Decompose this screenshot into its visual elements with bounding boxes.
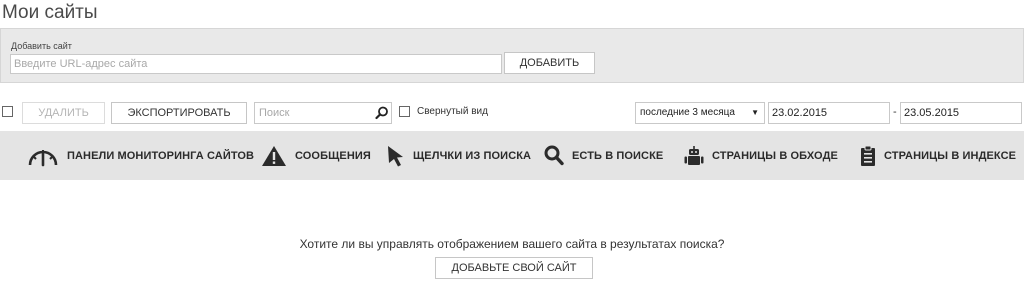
select-all-checkbox[interactable] (2, 106, 13, 117)
nav-item-label: ЩЕЛЧКИ ИЗ ПОИСКА (413, 149, 532, 162)
nav-item-dashboard[interactable]: ПАНЕЛИ МОНИТОРИНГА САЙТОВ (27, 131, 254, 180)
cursor-icon (388, 145, 403, 166)
nav-item-label: ПАНЕЛИ МОНИТОРИНГА САЙТОВ (67, 149, 255, 162)
period-select-value: последние 3 месяца (640, 107, 735, 118)
dropdown-arrow-icon: ▼ (751, 108, 759, 117)
empty-state-prompt: Хотите ли вы управлять отображением ваше… (299, 237, 725, 251)
add-site-button[interactable]: ДОБАВИТЬ (504, 52, 595, 74)
gauge-icon (28, 149, 58, 166)
delete-button[interactable]: УДАЛИТЬ (22, 102, 105, 124)
warning-icon (262, 145, 286, 166)
collapsed-view-label: Свернутый вид (417, 106, 488, 117)
robot-icon (684, 145, 704, 165)
nav-item-messages[interactable]: СООБЩЕНИЯ (261, 131, 371, 180)
nav-item-indexed-pages[interactable]: СТРАНИЦЫ В ИНДЕКСЕ (860, 131, 1016, 180)
clipboard-icon (861, 145, 875, 166)
nav-item-label: СООБЩЕНИЯ (295, 149, 371, 162)
nav-item-search-clicks[interactable]: ЩЕЛЧКИ ИЗ ПОИСКА (387, 131, 531, 180)
search-input[interactable] (259, 105, 371, 121)
collapsed-view-checkbox[interactable] (399, 106, 410, 117)
nav-item-in-search[interactable]: ЕСТЬ В ПОИСКЕ (544, 131, 663, 180)
nav-item-label: СТРАНИЦЫ В ОБХОДЕ (712, 149, 838, 162)
page-title: Мои сайты (2, 2, 98, 23)
date-to-input[interactable] (900, 102, 1022, 124)
nav-item-label: СТРАНИЦЫ В ИНДЕКСЕ (884, 149, 1017, 162)
search-box (254, 102, 392, 124)
period-select[interactable]: последние 3 месяца ▼ (635, 102, 765, 124)
add-your-site-button[interactable]: ДОБАВЬТЕ СВОЙ САЙТ (435, 257, 593, 279)
site-url-input[interactable] (10, 54, 502, 74)
add-site-panel: Добавить сайт ДОБАВИТЬ (0, 28, 1024, 83)
search-icon[interactable] (375, 106, 389, 120)
nav-item-label: ЕСТЬ В ПОИСКЕ (572, 149, 664, 162)
date-from-input[interactable] (768, 102, 890, 124)
nav-bar: ПАНЕЛИ МОНИТОРИНГА САЙТОВ СООБЩЕНИЯ ЩЕЛЧ… (0, 131, 1024, 180)
date-separator: - (893, 106, 897, 118)
search-icon (544, 145, 564, 165)
add-site-label: Добавить сайт (11, 41, 72, 51)
export-button[interactable]: ЭКСПОРТИРОВАТЬ (111, 102, 247, 124)
nav-item-crawled-pages[interactable]: СТРАНИЦЫ В ОБХОДЕ (684, 131, 838, 180)
